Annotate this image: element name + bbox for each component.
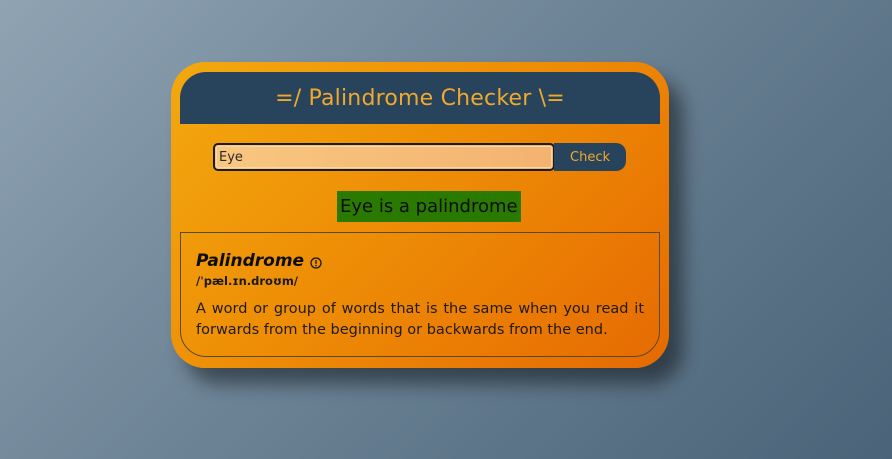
header-bar: =/ Palindrome Checker \= <box>180 72 660 124</box>
definition-phonetic: /ˈpæl.ɪn.droʊm/ <box>196 274 299 288</box>
palindrome-card: =/ Palindrome Checker \= Check Eye is a … <box>171 62 669 368</box>
definition-term: Palindrome <box>196 251 305 271</box>
text-input[interactable] <box>213 143 555 171</box>
result-message: Eye is a palindrome <box>337 191 521 222</box>
term-row: Palindrome <box>196 251 644 271</box>
info-circle-icon[interactable] <box>310 254 322 269</box>
definition-meaning: A word or group of words that is the sam… <box>196 301 644 338</box>
input-row: Check <box>213 143 626 171</box>
app-title: =/ Palindrome Checker \= <box>275 85 565 111</box>
check-button[interactable]: Check <box>554 143 626 171</box>
definition-box: Palindrome /ˈpæl.ɪn.droʊm/ A word or gro… <box>180 232 660 357</box>
